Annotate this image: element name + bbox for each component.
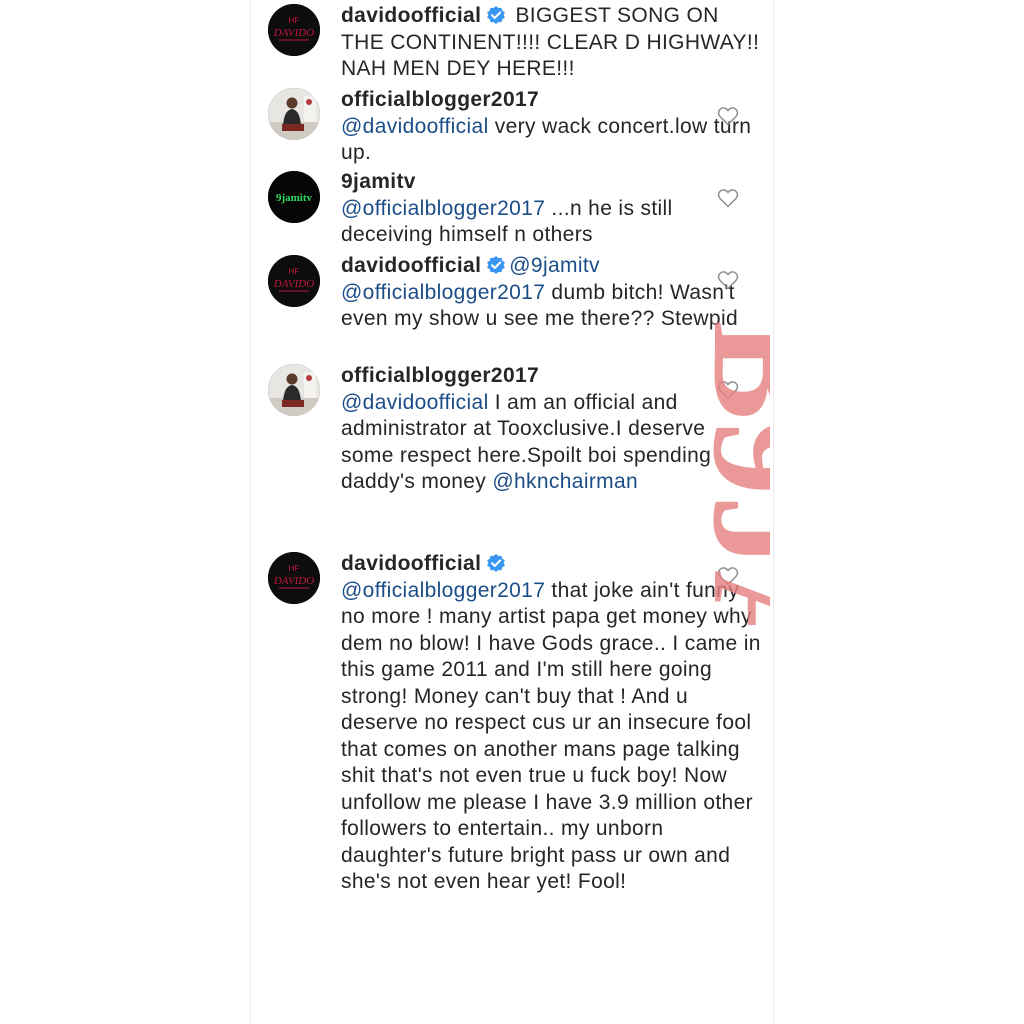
- avatar[interactable]: 9jamitv: [268, 171, 320, 223]
- like-button[interactable]: [717, 380, 739, 400]
- comment-text: officialblogger2017 @davidoofficial I am…: [341, 363, 761, 496]
- avatar[interactable]: HF DAVIDO: [268, 552, 320, 604]
- comment-body: that joke ain't funny no more ! many art…: [341, 578, 761, 894]
- svg-text:9jamitv: 9jamitv: [276, 192, 313, 204]
- davido-logo-icon: HF DAVIDO: [268, 4, 320, 56]
- like-button[interactable]: [717, 566, 739, 586]
- verified-badge-icon: [486, 5, 506, 25]
- comment-text: davidoofficial @officialblogger2017 that…: [341, 551, 761, 896]
- like-button[interactable]: [717, 188, 739, 208]
- 9jamitv-logo-icon: 9jamitv: [268, 171, 320, 223]
- mention-link[interactable]: @9jamitv: [509, 254, 600, 277]
- comment-text: officialblogger2017 @davidoofficial very…: [341, 87, 761, 167]
- davido-logo-icon: HF DAVIDO: [268, 255, 320, 307]
- svg-text:HF: HF: [289, 16, 300, 25]
- username[interactable]: davidoofficial: [341, 254, 481, 277]
- davido-logo-icon: HF DAVIDO: [268, 552, 320, 604]
- comment-text: davidoofficial @9jamitv @officialblogger2…: [341, 253, 761, 333]
- mention-link[interactable]: @davidoofficial: [341, 115, 489, 138]
- svg-text:DAVIDO: DAVIDO: [273, 278, 314, 290]
- avatar[interactable]: HF DAVIDO: [268, 255, 320, 307]
- svg-text:HF: HF: [289, 564, 300, 573]
- avatar[interactable]: HF DAVIDO: [268, 4, 320, 56]
- like-button[interactable]: [717, 270, 739, 290]
- verified-badge-icon: [486, 255, 506, 275]
- avatar[interactable]: [268, 364, 320, 416]
- heart-outline-icon: [717, 381, 739, 400]
- svg-text:DAVIDO: DAVIDO: [273, 27, 314, 39]
- mention-link[interactable]: @hknchairman: [492, 470, 638, 493]
- username[interactable]: officialblogger2017: [341, 364, 539, 387]
- like-button[interactable]: [717, 106, 739, 126]
- person-photo-icon: [268, 364, 320, 416]
- heart-outline-icon: [717, 567, 739, 586]
- username[interactable]: davidoofficial: [341, 552, 481, 575]
- mention-link[interactable]: @officialblogger2017: [341, 579, 545, 602]
- mention-link[interactable]: @davidoofficial: [341, 391, 489, 414]
- verified-badge-icon: [486, 553, 506, 573]
- comments-feed: HF DAVIDO davidoofficial BIGGEST SONG ON…: [250, 0, 774, 1024]
- person-photo-icon: [268, 88, 320, 140]
- heart-outline-icon: [717, 107, 739, 126]
- avatar[interactable]: [268, 88, 320, 140]
- svg-text:HF: HF: [289, 267, 300, 276]
- username[interactable]: officialblogger2017: [341, 88, 539, 111]
- svg-text:DAVIDO: DAVIDO: [273, 575, 314, 587]
- username[interactable]: davidoofficial: [341, 4, 481, 27]
- mention-link[interactable]: @officialblogger2017: [341, 281, 545, 304]
- username[interactable]: 9jamitv: [341, 170, 416, 193]
- heart-outline-icon: [717, 189, 739, 208]
- mention-link[interactable]: @officialblogger2017: [341, 197, 545, 220]
- comment-text: davidoofficial BIGGEST SONG ON THE CONTI…: [341, 3, 761, 83]
- heart-outline-icon: [717, 271, 739, 290]
- comment-text: 9jamitv @officialblogger2017 ...n he is …: [341, 169, 761, 249]
